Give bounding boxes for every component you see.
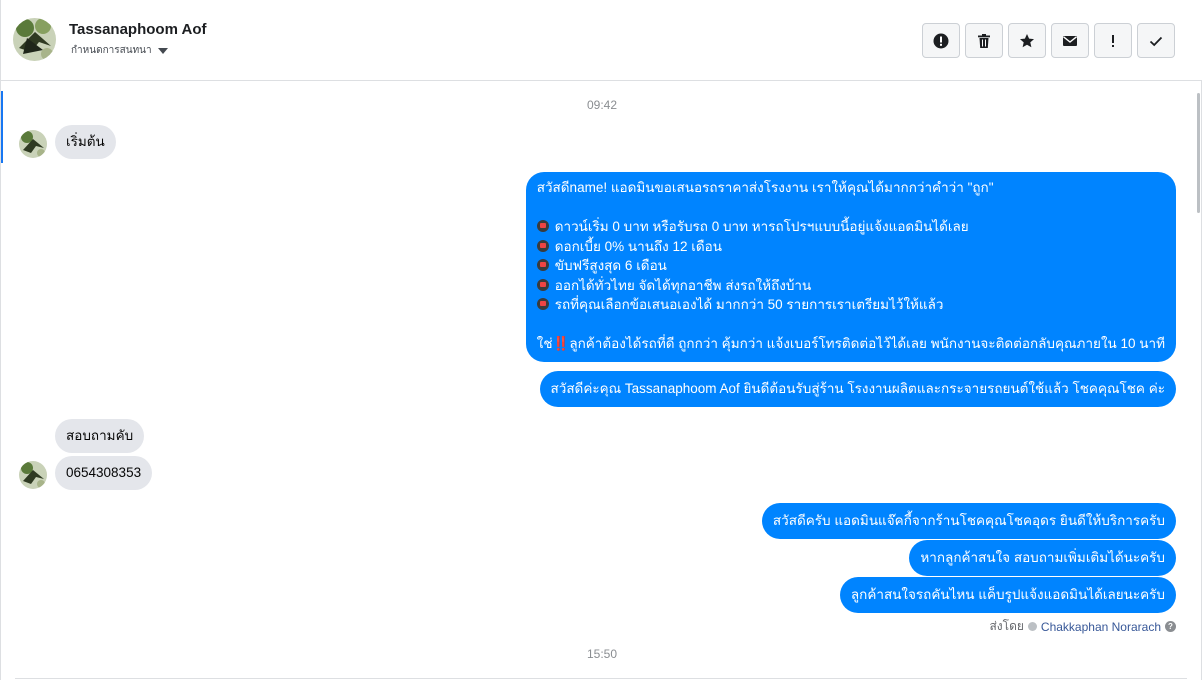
assign-conversation-dropdown[interactable]: กำหนดการสนทนา: [71, 43, 168, 58]
conversation-header: Tassanaphoom Aof กำหนดการสนทนา: [1, 0, 1202, 81]
follow-up-button[interactable]: [1094, 23, 1132, 58]
sent-by-agent[interactable]: Chakkaphan Norarach: [1041, 620, 1161, 634]
sent-by-label: ส่งโดย: [989, 619, 1024, 633]
outgoing-message[interactable]: สวัสดีname! แอดมินขอเสนอรถราคาส่งโรงงาน …: [525, 172, 1176, 362]
message-bullet: ดอกเบี้ย 0% นานถึง 12 เดือน: [536, 237, 1165, 257]
car-emoji-icon: [536, 220, 549, 232]
timestamp: 09:42: [586, 98, 618, 112]
contact-name[interactable]: Tassanaphoom Aof: [69, 21, 207, 38]
message-bullet: ออกได้ทั่วไทย จัดได้ทุกอาชีพ ส่งรถให้ถึง…: [536, 276, 1165, 296]
message-bullet: รถที่คุณเลือกข้อเสนอเองได้ มากกว่า 50 รา…: [536, 295, 1165, 315]
message-bullet: ดาวน์เริ่ม 0 บาท หรือรับรถ 0 บาท หารถโปร…: [536, 217, 1165, 237]
divider: [15, 678, 1187, 679]
mark-spam-button[interactable]: [922, 23, 960, 58]
agent-avatar-icon: [1027, 622, 1037, 631]
star-button[interactable]: [1008, 23, 1046, 58]
timestamp: 15:50: [586, 647, 618, 661]
outgoing-message[interactable]: สวัสดีครับ แอดมินแจ๊คกี้จากร้านโชคคุณโชค…: [761, 503, 1176, 539]
incoming-message[interactable]: 0654308353: [55, 456, 153, 490]
outgoing-message[interactable]: หากลูกค้าสนใจ สอบถามเพิ่มเติมได้นะครับ: [909, 540, 1176, 576]
double-exclamation-icon: ‼️: [552, 336, 570, 351]
contact-avatar[interactable]: [13, 18, 56, 61]
outgoing-message[interactable]: ลูกค้าสนใจรถคันไหน แค็บรูปแจ้งแอดมินได้เ…: [839, 577, 1176, 613]
contact-avatar-small[interactable]: [19, 461, 47, 489]
conversation-toolbar: [922, 23, 1175, 58]
assign-conversation-label: กำหนดการสนทนา: [71, 45, 152, 56]
incoming-message[interactable]: เริ่มต้น: [55, 125, 116, 159]
outgoing-message[interactable]: สวัสดีค่ะคุณ Tassanaphoom Aof ยินดีต้อนร…: [539, 371, 1176, 407]
car-emoji-icon: [536, 259, 549, 271]
mark-unread-button[interactable]: [1051, 23, 1089, 58]
message-line: ใช่‼️ลูกค้าต้องได้รถที่ดี ถูกกว่า คุ้มกว…: [536, 336, 1165, 351]
message-thread[interactable]: 09:42 เริ่มต้น สวัสดีname! แอดมินขอเสนอร…: [1, 81, 1202, 680]
help-icon[interactable]: ?: [1165, 621, 1176, 632]
message-line: สวัสดีname! แอดมินขอเสนอรถราคาส่งโรงงาน …: [536, 180, 994, 195]
sent-by-info: ส่งโดย Chakkaphan Norarach ?: [989, 617, 1176, 636]
contact-avatar-small[interactable]: [19, 130, 47, 158]
mark-done-button[interactable]: [1137, 23, 1175, 58]
delete-button[interactable]: [965, 23, 1003, 58]
car-emoji-icon: [536, 239, 549, 252]
envelope-icon: [1063, 35, 1077, 46]
star-icon: [1020, 33, 1034, 47]
incoming-message[interactable]: สอบถามคับ: [55, 419, 145, 453]
exclamation-icon: [1112, 34, 1114, 47]
car-emoji-icon: [536, 298, 549, 310]
messenger-frame: Tassanaphoom Aof กำหนดการสนทนา 09:42 เริ…: [0, 0, 1202, 680]
car-emoji-icon: [536, 278, 549, 291]
alert-circle-icon: [933, 33, 949, 48]
trash-icon: [978, 33, 990, 48]
check-icon: [1149, 36, 1163, 46]
caret-down-icon: [157, 47, 168, 54]
message-bullet: ขับฟรีสูงสุด 6 เดือน: [536, 256, 1165, 276]
